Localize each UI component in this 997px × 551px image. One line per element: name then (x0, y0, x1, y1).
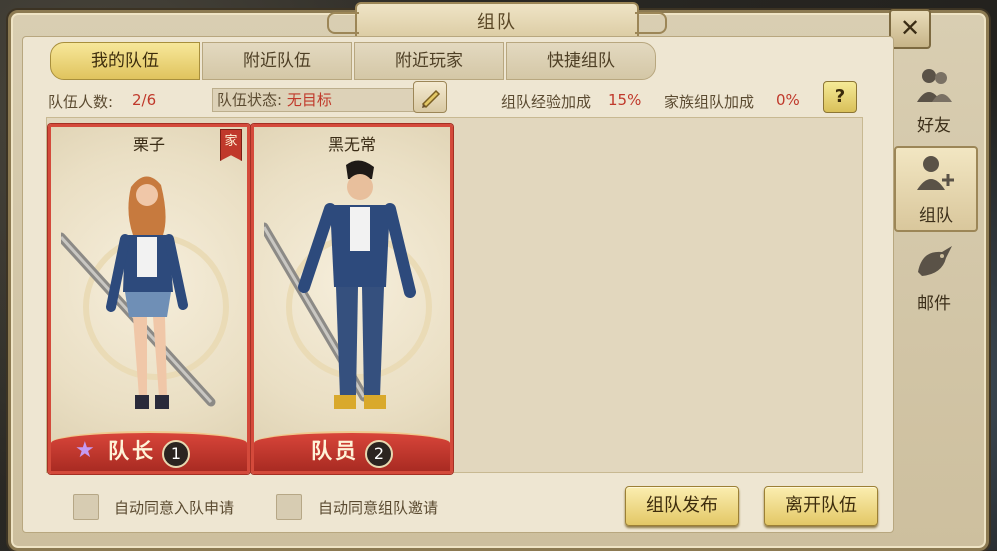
auto-accept-apply-checkbox[interactable] (73, 494, 99, 520)
role-bar: 队员 2 (254, 431, 450, 471)
auto-accept-apply-label: 自动同意入队申请 (114, 499, 235, 517)
tab-my-team[interactable]: 我的队伍 (50, 42, 200, 80)
friends-icon (917, 69, 952, 102)
member-number: 1 (162, 439, 190, 468)
tab-nearby-players[interactable]: 附近玩家 (354, 42, 504, 80)
side-tab-friends[interactable]: 好友 (894, 60, 974, 140)
side-tab-label: 组队 (919, 206, 953, 226)
mail-icon (918, 246, 952, 276)
male-character-figure (264, 160, 432, 409)
side-tab-mail[interactable]: 邮件 (894, 238, 974, 318)
help-button[interactable]: ? (823, 81, 857, 113)
publish-team-button[interactable]: 组队发布 (625, 486, 739, 526)
auto-accept-invite-checkbox[interactable] (276, 494, 302, 520)
member-name: 黑无常 (327, 135, 376, 154)
member-count-value: 2/6 (132, 91, 157, 109)
auto-accept-invite-label: 自动同意组队邀请 (318, 499, 439, 517)
role-label: 队员 (311, 439, 359, 463)
team-tabs: 我的队伍 附近队伍 附近玩家 快捷组队 (50, 42, 658, 80)
edit-status-button[interactable] (413, 81, 447, 113)
side-tab-team[interactable]: 组队 (894, 146, 978, 232)
member-card-leader[interactable]: 栗子 家 ★ 队长 1 (48, 124, 250, 474)
close-button[interactable]: ✕ (889, 9, 931, 49)
family-bonus-value: 0% (776, 91, 800, 109)
side-tab-label: 好友 (917, 116, 951, 136)
team-status-value: 无目标 (286, 91, 332, 109)
exp-bonus-label: 组队经验加成 (501, 93, 592, 111)
member-card-member[interactable]: 黑无常 队员 2 (251, 124, 453, 474)
team-info-row: 队伍人数: 2/6 队伍状态: 无目标 组队经验加成 15% 家族组队加成 0% (46, 88, 858, 112)
team-icon (917, 156, 954, 190)
leader-star-icon: ★ (75, 438, 95, 463)
member-count-label: 队伍人数: (48, 93, 114, 111)
tab-nearby-teams[interactable]: 附近队伍 (202, 42, 352, 80)
pencil-icon (421, 89, 441, 109)
female-character-figure (61, 176, 229, 409)
team-status-box: 队伍状态: 无目标 (212, 88, 418, 112)
role-label: 队长 (108, 439, 156, 463)
team-status-label: 队伍状态: (217, 91, 283, 109)
tab-quick-team[interactable]: 快捷组队 (506, 42, 656, 80)
role-bar: ★ 队长 1 (51, 431, 247, 471)
side-tab-label: 邮件 (917, 294, 951, 314)
exp-bonus-value: 15% (608, 91, 642, 109)
member-number: 2 (365, 439, 393, 468)
member-name: 栗子 (132, 135, 165, 154)
family-bonus-label: 家族组队加成 (664, 93, 755, 111)
leave-team-button[interactable]: 离开队伍 (764, 486, 878, 526)
